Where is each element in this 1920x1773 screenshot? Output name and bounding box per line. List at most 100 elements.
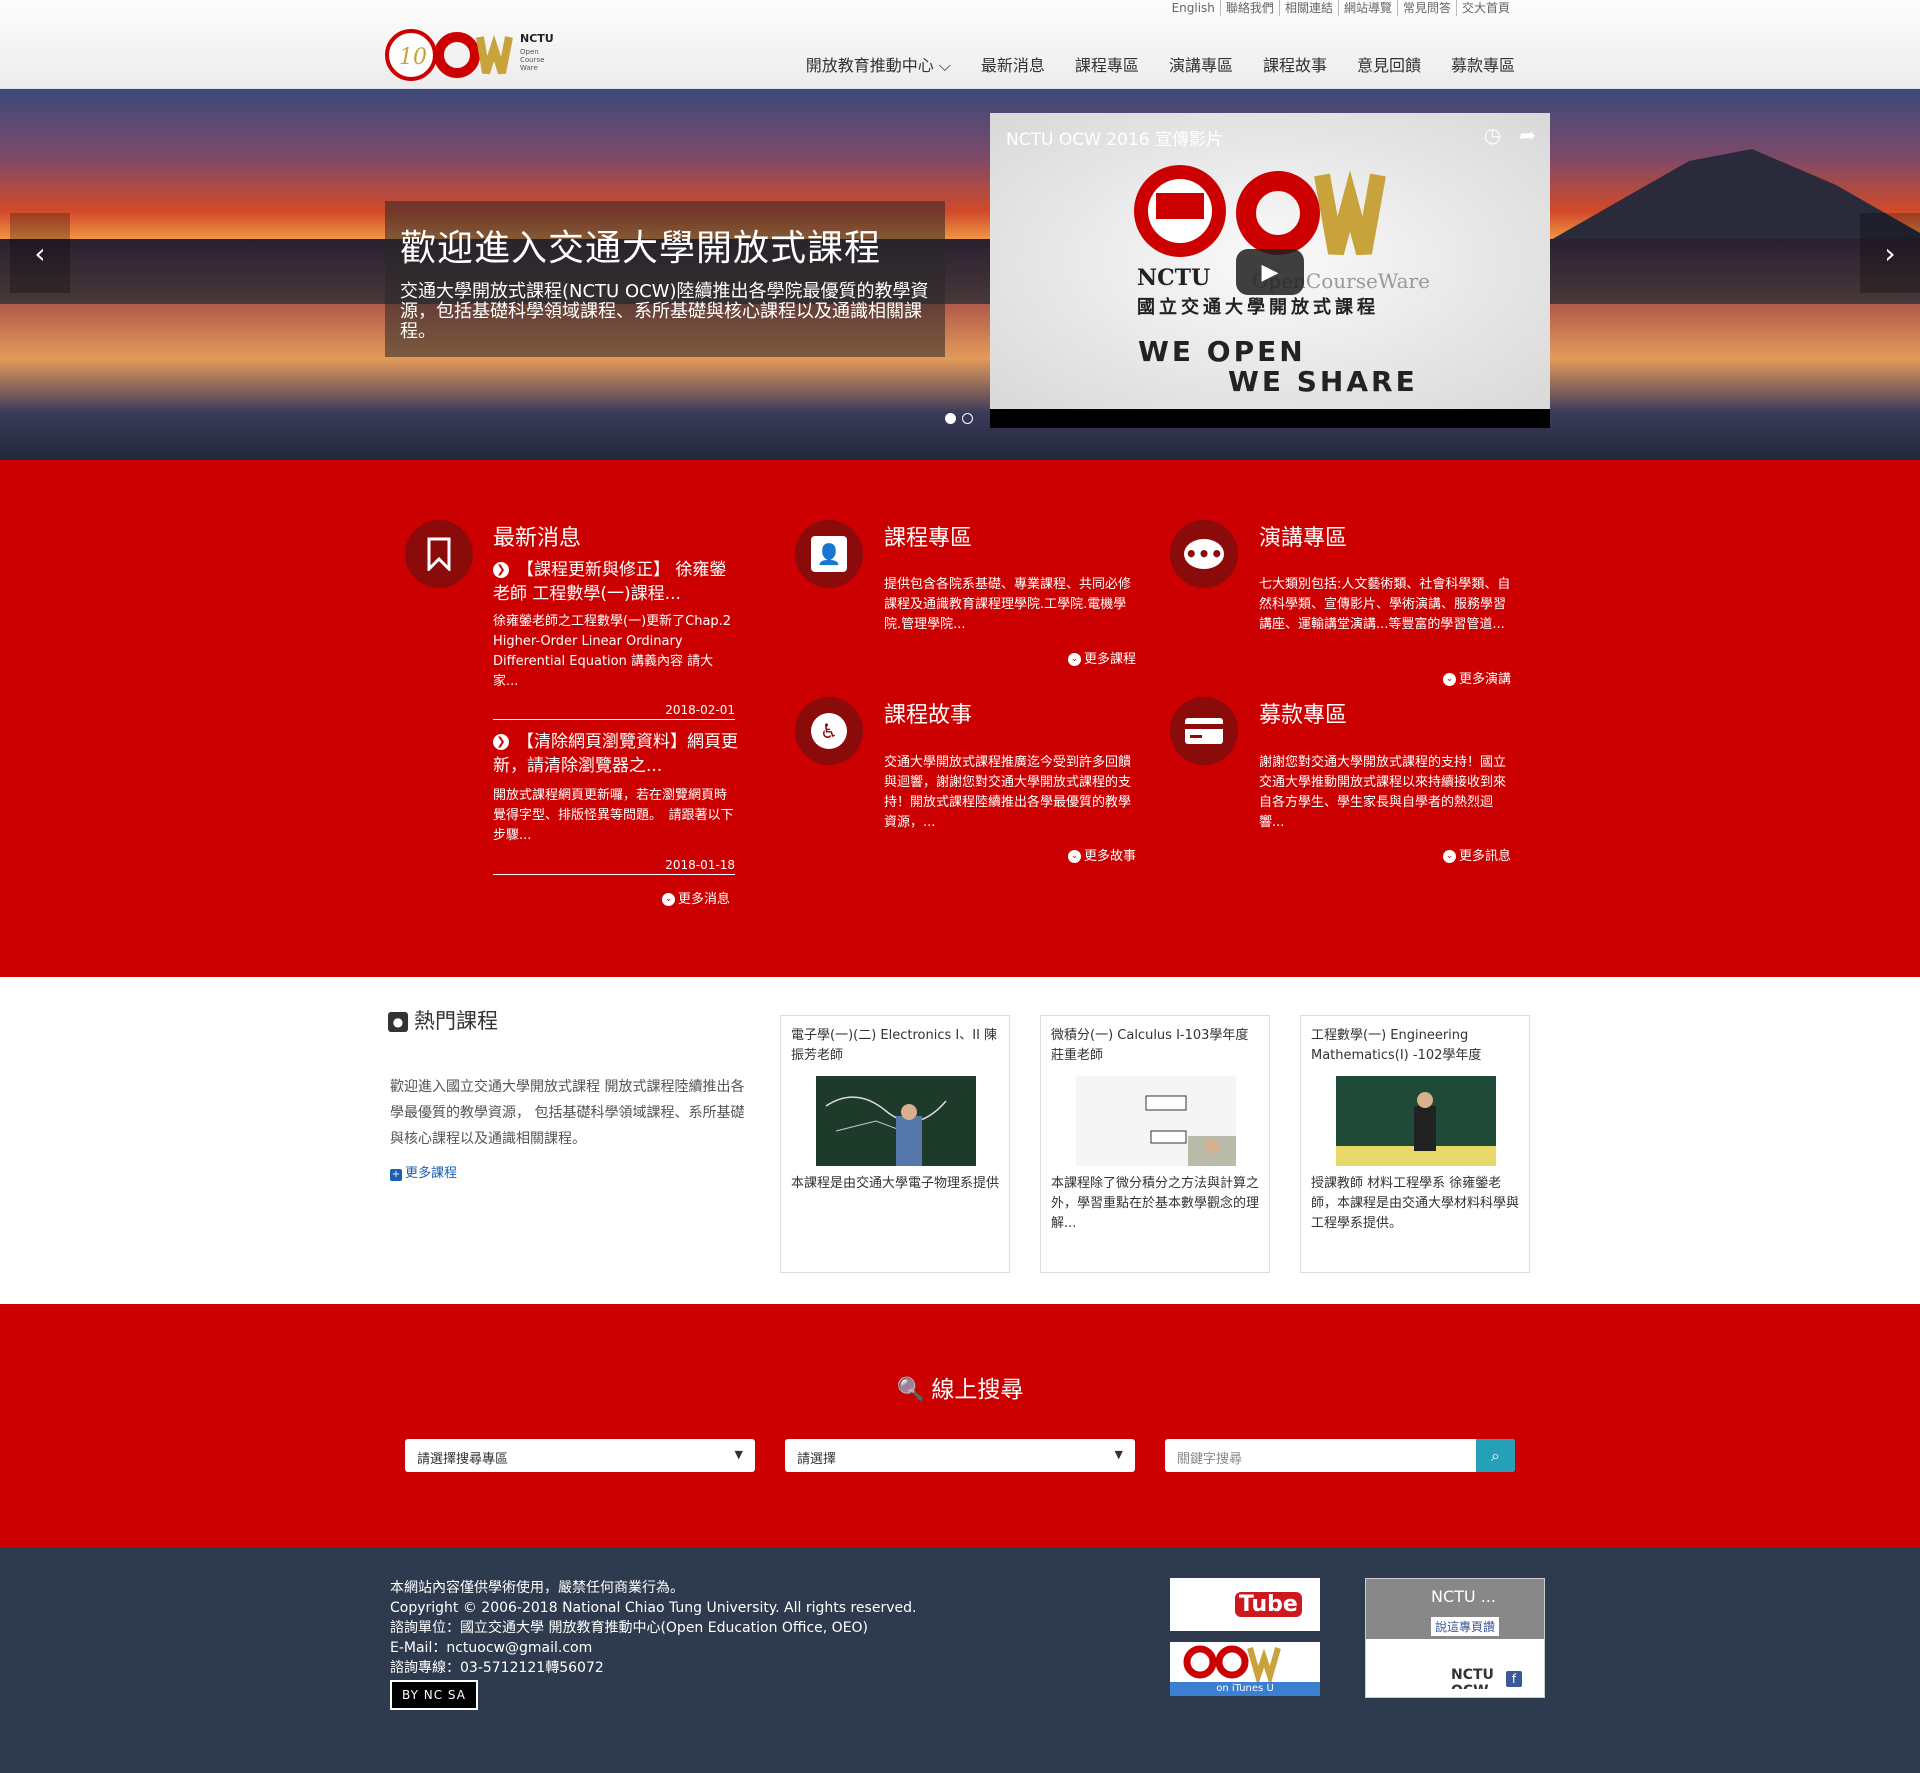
- nav-news[interactable]: 最新消息: [966, 52, 1060, 76]
- video-frame: 1896 NCTU OpenCourseWare 國立交通大學開放式課程 WE …: [990, 113, 1550, 409]
- chevron-down-icon: ⌄: [1068, 850, 1081, 863]
- video-controls: ◷ ➦: [1484, 123, 1536, 147]
- course-card-title[interactable]: 微積分(一) Calculus I-103學年度 莊重老師: [1051, 1026, 1263, 1066]
- stories-text: 交通大學開放式課程推廣迄今受到許多回饋與迴響，謝謝您對交通大學開放式課程的支持！…: [884, 755, 1132, 830]
- nav-courses[interactable]: 課程專區: [1060, 52, 1154, 76]
- news-more-link[interactable]: ⌄ 更多消息: [662, 888, 730, 907]
- hero-text: 交通大學開放式課程(NCTU OCW)陸續推出各學院最優質的教學資源，包括基礎科…: [400, 281, 929, 342]
- footer-office: 諮詢單位：國立交通大學 開放教育推動中心(Open Education Offi…: [390, 1620, 869, 1636]
- news-title[interactable]: 最新消息: [493, 520, 581, 552]
- facebook-page-widget[interactable]: NCTU ... 說這專頁讚 NCTU OCW f: [1365, 1578, 1545, 1698]
- donate-title[interactable]: 募款專區: [1259, 697, 1347, 729]
- course-thumbnail[interactable]: [1336, 1076, 1496, 1166]
- hero-carousel: 歡迎進入交通大學開放式課程 交通大學開放式課程(NCTU OCW)陸續推出各學院…: [0, 89, 1920, 460]
- fb-post-author: NCTU OCW: [1451, 1667, 1494, 1689]
- stories-title[interactable]: 課程故事: [884, 697, 972, 729]
- hot-courses-more-link[interactable]: + 更多課程: [390, 1162, 457, 1181]
- search-icon: ⌕: [1491, 1445, 1500, 1465]
- search-icon: 🔍: [896, 1377, 926, 1403]
- course-card-title[interactable]: 電子學(一)(二) Electronics I、II 陳振芳老師: [791, 1026, 1003, 1066]
- youtube-link[interactable]: You Tube: [1170, 1578, 1320, 1631]
- courses-title[interactable]: 課程專區: [884, 520, 972, 552]
- keyword-search-input[interactable]: 關鍵字搜尋: [1165, 1439, 1515, 1472]
- courses-more-link[interactable]: ⌄ 更多課程: [1068, 648, 1136, 667]
- search-area-select[interactable]: 請選擇搜尋專區 ▼: [405, 1439, 755, 1472]
- hero-bg-water: [0, 304, 1920, 460]
- credit-card-icon: [1170, 697, 1238, 765]
- nav-stories[interactable]: 課程故事: [1248, 52, 1342, 76]
- video-play-icon[interactable]: ▶: [1236, 249, 1304, 295]
- top-link-faq[interactable]: 常見問答: [1396, 0, 1456, 16]
- facebook-icon: f: [1506, 1671, 1522, 1687]
- itunes-u-link[interactable]: on iTunes U: [1170, 1642, 1320, 1696]
- news-item-2-title[interactable]: ❯ 【清除網頁瀏覽資料】網頁更新，請清除瀏覽器之...: [493, 730, 738, 778]
- lectures-text: 七大類別包括:人文藝術類、社會科學類、自然科學類、宣傳影片、學術演講、服務學習講…: [1259, 577, 1511, 632]
- carousel-indicators: [945, 413, 973, 424]
- top-link-nctu-home[interactable]: 交大首頁: [1455, 0, 1515, 16]
- donate-text: 謝謝您對交通大學開放式課程的支持！國立交通大學推動開放式課程以來持續接收到來自各…: [1259, 755, 1507, 830]
- caret-down-icon: ▼: [734, 1448, 743, 1461]
- video-slogan-share: WE SHARE: [1228, 365, 1418, 398]
- nav-lectures[interactable]: 演講專區: [1154, 52, 1248, 76]
- share-icon[interactable]: ➦: [1519, 123, 1536, 147]
- promo-video-player[interactable]: 1896 NCTU OpenCourseWare 國立交通大學開放式課程 WE …: [990, 113, 1550, 428]
- caret-down-icon: ▼: [1114, 1448, 1123, 1461]
- fb-like-button[interactable]: 說這專頁讚: [1431, 1617, 1500, 1636]
- news-item-2-date: 2018-01-18: [493, 858, 735, 875]
- svg-text:1896: 1896: [1168, 231, 1193, 242]
- courses-text: 提供包含各院系基礎、專業課程、共同必修課程及通識教育課程理學院.工學院.電機學院…: [884, 577, 1132, 632]
- carousel-next-button[interactable]: ›: [1860, 213, 1920, 293]
- course-card-desc: 本課程除了微分積分之方法與計算之外，學習重點在於基本數學觀念的理解...: [1051, 1176, 1260, 1231]
- footer-disclaimer: 本網站內容僅供學術使用，嚴禁任何商業行為。: [390, 1580, 684, 1596]
- chevron-right-icon: ❯: [493, 562, 509, 578]
- search-category-select[interactable]: 請選擇 ▼: [785, 1439, 1135, 1472]
- course-thumbnail[interactable]: [816, 1076, 976, 1166]
- footer-email[interactable]: E-Mail：nctuocw@gmail.com: [390, 1638, 592, 1658]
- stories-more-link[interactable]: ⌄ 更多故事: [1068, 845, 1136, 864]
- video-nctu-text: NCTU: [1137, 265, 1211, 291]
- news-item-1-date: 2018-02-01: [493, 703, 735, 720]
- nav-donate[interactable]: 募款專區: [1436, 52, 1515, 76]
- news-item-2-body: 開放式課程網頁更新囉，若在瀏覽網頁時覺得字型、排版怪異等問題。 請跟著以下步驟.…: [493, 788, 734, 843]
- logo-nctu-text: NCTU: [520, 32, 554, 45]
- speech-bubble-icon: •••: [1170, 520, 1238, 588]
- fb-page-name[interactable]: NCTU ...: [1431, 1587, 1496, 1606]
- svg-text:10: 10: [399, 45, 427, 70]
- hero-bg-shore: [0, 239, 1920, 309]
- course-card-3[interactable]: 工程數學(一) Engineering Mathematics(I) -102學…: [1300, 1015, 1530, 1273]
- search-submit-button[interactable]: ⌕: [1476, 1439, 1515, 1472]
- carousel-prev-button[interactable]: ‹: [10, 213, 70, 293]
- lectures-more-link[interactable]: ⌄ 更多演講: [1443, 668, 1511, 687]
- top-link-english[interactable]: English: [1167, 0, 1220, 16]
- carousel-dot-2[interactable]: [962, 413, 973, 424]
- video-school-name: 國立交通大學開放式課程: [1137, 297, 1379, 318]
- top-link-related[interactable]: 相關連結: [1278, 0, 1338, 16]
- footer-copyright: Copyright © 2006-2018 National Chiao Tun…: [390, 1600, 917, 1616]
- itunes-label: on iTunes U: [1170, 1682, 1320, 1696]
- creative-commons-badge[interactable]: BY NC SA: [390, 1680, 478, 1710]
- site-header: English 聯絡我們 相關連結 網站導覽 常見問答 交大首頁 10 NCTU…: [0, 0, 1920, 89]
- main-nav: 開放教育推動中心 ⌵ 最新消息 課程專區 演講專區 課程故事 意見回饋 募款專區: [791, 52, 1515, 76]
- course-thumbnail[interactable]: [1076, 1076, 1236, 1166]
- news-item-1-title[interactable]: ❯ 【課程更新與修正】 徐雍鎣老師 工程數學(一)課程...: [493, 558, 738, 606]
- chevron-down-icon: ⌄: [1443, 850, 1456, 863]
- bookmark-icon: [405, 520, 473, 588]
- svg-text:Open: Open: [520, 48, 539, 56]
- donate-more-link[interactable]: ⌄ 更多訊息: [1443, 845, 1511, 864]
- top-link-contact[interactable]: 聯絡我們: [1219, 0, 1279, 16]
- carousel-dot-1[interactable]: [945, 413, 956, 424]
- watch-later-icon[interactable]: ◷: [1484, 123, 1501, 147]
- features-section: 最新消息 ❯ 【課程更新與修正】 徐雍鎣老師 工程數學(一)課程... 徐雍鎣老師…: [0, 460, 1920, 977]
- nav-feedback[interactable]: 意見回饋: [1342, 52, 1436, 76]
- top-link-sitemap[interactable]: 網站導覽: [1337, 0, 1397, 16]
- course-card-2[interactable]: 微積分(一) Calculus I-103學年度 莊重老師 本課程除了微分積分之…: [1040, 1015, 1270, 1273]
- lectures-title[interactable]: 演講專區: [1259, 520, 1347, 552]
- video-title[interactable]: NCTU OCW 2016 宣傳影片: [1006, 125, 1223, 150]
- hot-courses-heading: ● 熱門課程: [388, 1005, 498, 1035]
- course-card-title[interactable]: 工程數學(一) Engineering Mathematics(I) -102學…: [1311, 1026, 1523, 1066]
- accessibility-icon: ♿: [795, 697, 863, 765]
- course-card-1[interactable]: 電子學(一)(二) Electronics I、II 陳振芳老師 本課程是由交通…: [780, 1015, 1010, 1273]
- site-logo[interactable]: 10 NCTU Open Course Ware: [385, 28, 559, 82]
- nav-oeo[interactable]: 開放教育推動中心 ⌵: [791, 52, 966, 76]
- search-section: 🔍 線上搜尋 請選擇搜尋專區 ▼ 請選擇 ▼ 關鍵字搜尋 ⌕: [0, 1304, 1920, 1548]
